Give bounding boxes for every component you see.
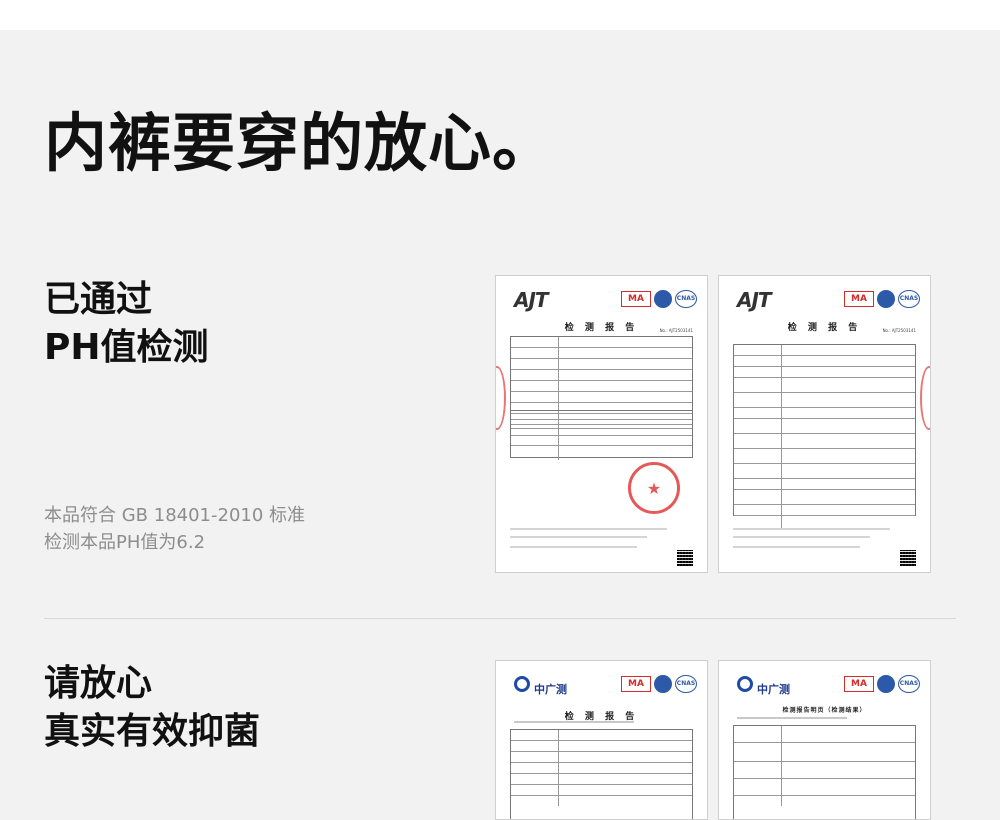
certificate-gc-cover: 中广测 MA CNAS 检 测 报 告 [495,660,708,820]
ilac-badge [654,675,672,693]
qr-code-icon [677,550,693,566]
gc-logo-icon [514,676,530,692]
cnas-badge: CNAS [675,675,697,693]
certificate-ajt-results: AJT MA CNAS 检 测 报 告 No.: AJT2503141 [718,275,931,573]
section-antibacterial-title: 请放心 真实有效抑菌 [44,660,260,756]
results-table [733,344,916,530]
side-seal-mark [920,366,930,430]
cnas-badge: CNAS [898,675,920,693]
certificate-gc-results: 中广测 MA CNAS 检测报告明页（检测结果） [718,660,931,820]
footer-line [733,546,860,548]
report-info-table [510,729,693,819]
ma-badge: MA [844,291,874,307]
footer-line [733,528,890,530]
section-ph-note: 本品符合 GB 18401-2010 标准 检测本品PH值为6.2 [44,502,305,556]
official-seal [628,462,680,514]
report-number-line [737,717,847,719]
cert-badges: MA CNAS [844,290,920,308]
certificate-ajt-cover: AJT MA CNAS 检 测 报 告 No.: AJT2503141 [495,275,708,573]
section-ph-note-line2: 检测本品PH值为6.2 [44,532,206,553]
ilac-badge [654,290,672,308]
page-headline: 内裤要穿的放心。 [44,107,556,180]
qr-code-icon [900,550,916,566]
footer-line [733,536,870,538]
gc-logo: 中广测 [757,683,790,696]
side-seal-mark [496,366,506,430]
report-number-line [514,721,634,723]
gc-logo: 中广测 [534,683,567,696]
top-bar [0,0,1000,30]
ma-badge: MA [621,676,651,692]
section-divider [44,618,956,619]
section-ph-title-line2: PH值检测 [44,327,209,368]
footer-line [510,536,647,538]
section-antibacterial-title-line1: 请放心 [44,663,153,704]
footer-line [510,546,637,548]
ma-badge: MA [621,291,651,307]
cert-badges: MA CNAS [621,675,697,693]
gc-logo-icon [737,676,753,692]
ajt-logo: AJT [514,288,549,312]
report-number: No.: AJT2503141 [882,328,916,333]
ilac-badge [877,675,895,693]
report-number: No.: AJT2503141 [659,328,693,333]
cnas-badge: CNAS [675,290,697,308]
ilac-badge [877,290,895,308]
section-ph-title: 已通过 PH值检测 [44,276,209,372]
antibacterial-results-table [733,725,916,819]
detail-title: 检测报告明页（检测结果） [782,707,867,714]
ma-badge: MA [844,676,874,692]
ajt-logo: AJT [737,288,772,312]
footer-line [510,528,667,530]
cert-badges: MA CNAS [844,675,920,693]
report-info-table-lower [510,410,693,460]
section-antibacterial-title-line2: 真实有效抑菌 [44,711,261,752]
cert-badges: MA CNAS [621,290,697,308]
section-ph-title-line1: 已通过 [44,279,153,320]
cnas-badge: CNAS [898,290,920,308]
section-ph-note-line1: 本品符合 GB 18401-2010 标准 [44,505,306,526]
